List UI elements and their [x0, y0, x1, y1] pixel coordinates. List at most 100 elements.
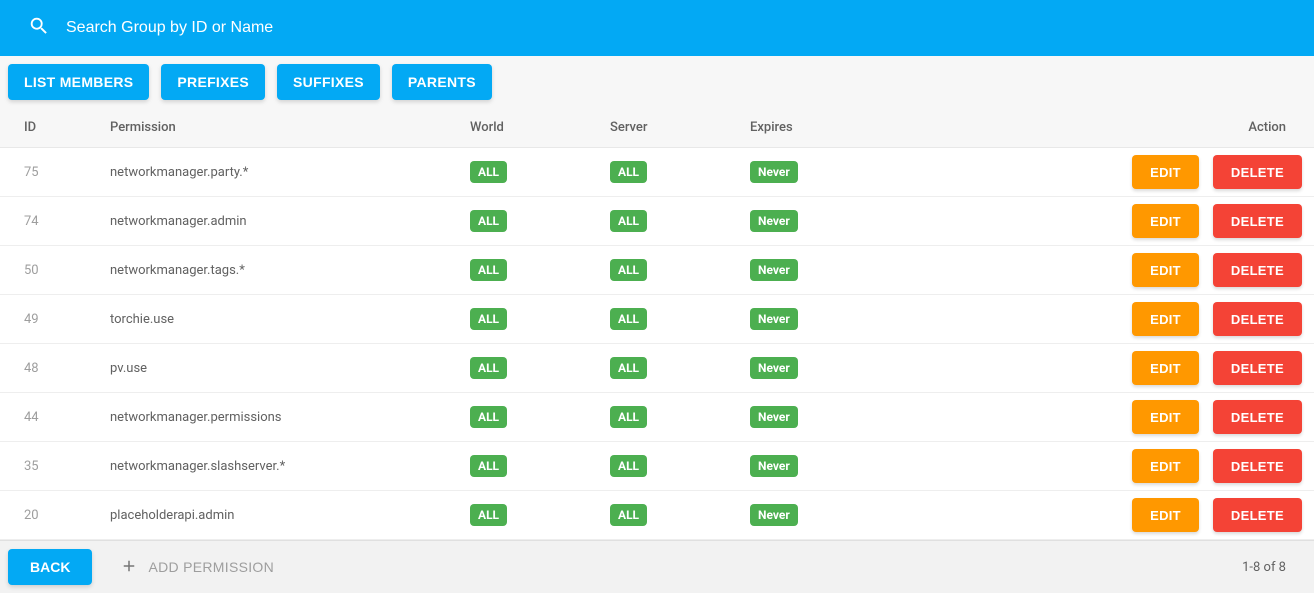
- edit-button[interactable]: EDIT: [1132, 351, 1199, 385]
- cell-server: ALL: [600, 442, 740, 491]
- expires-badge: Never: [750, 504, 798, 526]
- tab-button[interactable]: PARENTS: [392, 64, 492, 100]
- edit-button[interactable]: EDIT: [1132, 302, 1199, 336]
- cell-action: EDIT DELETE: [940, 246, 1314, 295]
- expires-badge: Never: [750, 259, 798, 281]
- edit-button[interactable]: EDIT: [1132, 155, 1199, 189]
- cell-action: EDIT DELETE: [940, 148, 1314, 197]
- cell-action: EDIT DELETE: [940, 442, 1314, 491]
- cell-action: EDIT DELETE: [940, 393, 1314, 442]
- cell-expires: Never: [740, 246, 940, 295]
- table-row: 49torchie.use ALL ALL Never EDIT DELETE: [0, 295, 1314, 344]
- edit-button[interactable]: EDIT: [1132, 498, 1199, 532]
- delete-button[interactable]: DELETE: [1213, 253, 1302, 287]
- world-badge: ALL: [470, 406, 507, 428]
- col-header-id: ID: [0, 108, 100, 148]
- table-row: 35networkmanager.slashserver.* ALL ALL Neve…: [0, 442, 1314, 491]
- add-permission-label: ADD PERMISSION: [148, 559, 274, 575]
- world-badge: ALL: [470, 308, 507, 330]
- server-badge: ALL: [610, 406, 647, 428]
- cell-permission: pv.use: [100, 344, 460, 393]
- delete-button[interactable]: DELETE: [1213, 204, 1302, 238]
- server-badge: ALL: [610, 161, 647, 183]
- cell-world: ALL: [460, 393, 600, 442]
- cell-server: ALL: [600, 295, 740, 344]
- cell-permission: networkmanager.party.*: [100, 148, 460, 197]
- pager-text: 1-8 of 8: [1242, 560, 1306, 575]
- delete-button[interactable]: DELETE: [1213, 400, 1302, 434]
- table-row: 44networkmanager.permissionsALLALLNeverE…: [0, 393, 1314, 442]
- col-header-action: Action: [940, 108, 1314, 148]
- cell-permission: torchie.use: [100, 295, 460, 344]
- cell-id: 35: [0, 442, 100, 491]
- edit-button[interactable]: EDIT: [1132, 449, 1199, 483]
- server-badge: ALL: [610, 210, 647, 232]
- cell-permission: networkmanager.tags.*: [100, 246, 460, 295]
- cell-world: ALL: [460, 295, 600, 344]
- expires-badge: Never: [750, 161, 798, 183]
- cell-expires: Never: [740, 295, 940, 344]
- expires-badge: Never: [750, 406, 798, 428]
- edit-button[interactable]: EDIT: [1132, 400, 1199, 434]
- server-badge: ALL: [610, 455, 647, 477]
- delete-button[interactable]: DELETE: [1213, 449, 1302, 483]
- col-header-server: Server: [600, 108, 740, 148]
- delete-button[interactable]: DELETE: [1213, 498, 1302, 532]
- tabs-row: LIST MEMBERS PREFIXES SUFFIXES PARENTS: [0, 56, 1314, 108]
- cell-expires: Never: [740, 197, 940, 246]
- footer-bar: BACK ADD PERMISSION 1-8 of 8: [0, 540, 1314, 593]
- cell-world: ALL: [460, 197, 600, 246]
- cell-world: ALL: [460, 491, 600, 540]
- edit-button[interactable]: EDIT: [1132, 204, 1199, 238]
- cell-action: EDIT DELETE: [940, 344, 1314, 393]
- col-header-world: World: [460, 108, 600, 148]
- back-button[interactable]: BACK: [8, 549, 92, 585]
- cell-world: ALL: [460, 344, 600, 393]
- table-row: 74networkmanager.adminALLALLNeverEDITDEL…: [0, 197, 1314, 246]
- cell-world: ALL: [460, 442, 600, 491]
- add-permission-button[interactable]: ADD PERMISSION: [120, 557, 274, 578]
- world-badge: ALL: [470, 455, 507, 477]
- cell-id: 48: [0, 344, 100, 393]
- world-badge: ALL: [470, 210, 507, 232]
- delete-button[interactable]: DELETE: [1213, 351, 1302, 385]
- cell-server: ALL: [600, 246, 740, 295]
- search-bar: [0, 0, 1314, 56]
- cell-world: ALL: [460, 246, 600, 295]
- cell-id: 49: [0, 295, 100, 344]
- delete-button[interactable]: DELETE: [1213, 302, 1302, 336]
- cell-server: ALL: [600, 393, 740, 442]
- cell-world: ALL: [460, 148, 600, 197]
- cell-id: 44: [0, 393, 100, 442]
- cell-action: EDIT DELETE: [940, 197, 1314, 246]
- cell-expires: Never: [740, 148, 940, 197]
- table-row: 50networkmanager.tags.*ALLALLNeverEDITDE…: [0, 246, 1314, 295]
- cell-server: ALL: [600, 197, 740, 246]
- cell-id: 75: [0, 148, 100, 197]
- cell-expires: Never: [740, 344, 940, 393]
- world-badge: ALL: [470, 504, 507, 526]
- delete-button[interactable]: DELETE: [1213, 155, 1302, 189]
- expires-badge: Never: [750, 357, 798, 379]
- tab-button[interactable]: SUFFIXES: [277, 64, 380, 100]
- search-input[interactable]: [66, 19, 1286, 37]
- cell-id: 20: [0, 491, 100, 540]
- server-badge: ALL: [610, 357, 647, 379]
- world-badge: ALL: [470, 357, 507, 379]
- expires-badge: Never: [750, 308, 798, 330]
- edit-button[interactable]: EDIT: [1132, 253, 1199, 287]
- expires-badge: Never: [750, 210, 798, 232]
- server-badge: ALL: [610, 308, 647, 330]
- cell-id: 50: [0, 246, 100, 295]
- table-row: 20placeholderapi.adminALLALLNeverEDITDEL…: [0, 491, 1314, 540]
- tab-button[interactable]: PREFIXES: [161, 64, 265, 100]
- cell-permission: placeholderapi.admin: [100, 491, 460, 540]
- cell-expires: Never: [740, 442, 940, 491]
- cell-permission: networkmanager.slashserver.*: [100, 442, 460, 491]
- cell-action: EDIT DELETE: [940, 295, 1314, 344]
- cell-expires: Never: [740, 393, 940, 442]
- permissions-table: ID Permission World Server Expires Actio…: [0, 108, 1314, 540]
- table-row: 75networkmanager.party.*ALLALLNeverEDITD…: [0, 148, 1314, 197]
- search-icon: [28, 15, 50, 41]
- tab-button[interactable]: LIST MEMBERS: [8, 64, 149, 100]
